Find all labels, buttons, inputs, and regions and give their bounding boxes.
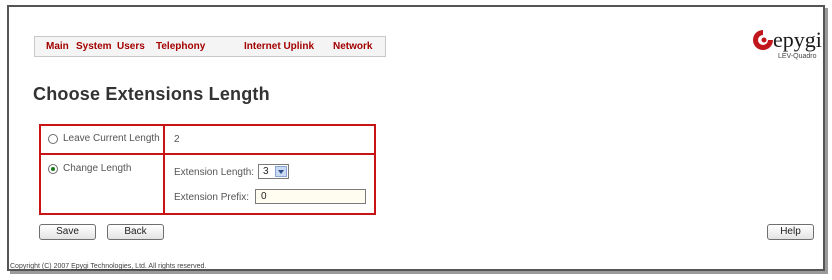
logo-model: LEV-Quadro bbox=[778, 53, 817, 60]
menu-item-main[interactable]: Main bbox=[46, 41, 69, 52]
copyright-footer: Copyright (C) 2007 Epygi Technologies, L… bbox=[10, 263, 206, 270]
main-menu-bar: Main System Users Telephony Internet Upl… bbox=[34, 36, 386, 57]
leave-current-label: Leave Current Length bbox=[63, 133, 160, 144]
menu-item-users[interactable]: Users bbox=[117, 41, 145, 52]
extension-length-value: 3 bbox=[263, 166, 269, 177]
extension-length-label: Extension Length: bbox=[174, 167, 255, 178]
menu-item-network[interactable]: Network bbox=[333, 41, 372, 52]
page-frame: Main System Users Telephony Internet Upl… bbox=[7, 5, 825, 271]
back-button[interactable]: Back bbox=[107, 224, 164, 240]
menu-item-system[interactable]: System bbox=[76, 41, 112, 52]
leave-current-radio[interactable] bbox=[48, 134, 58, 144]
column-divider bbox=[163, 155, 165, 213]
extension-length-select[interactable]: 3 bbox=[258, 164, 289, 179]
epygi-company-link[interactable]: Epygi Technologies, Ltd. bbox=[71, 263, 147, 270]
epygi-logo: epygi LEV-Quadro bbox=[752, 26, 824, 66]
extension-prefix-label: Extension Prefix: bbox=[174, 192, 250, 203]
help-button[interactable]: Help bbox=[767, 224, 814, 240]
page-title: Choose Extensions Length bbox=[33, 84, 270, 104]
chevron-down-icon[interactable] bbox=[275, 166, 287, 177]
save-button[interactable]: Save bbox=[39, 224, 96, 240]
menu-item-telephony[interactable]: Telephony bbox=[156, 41, 205, 52]
copyright-prefix: Copyright (C) 2007 bbox=[10, 263, 70, 270]
option-row-change-length: Change Length Extension Length: 3 Extens… bbox=[39, 153, 376, 215]
menu-item-internet-uplink[interactable]: Internet Uplink bbox=[244, 41, 314, 52]
column-divider bbox=[163, 126, 165, 153]
current-length-value: 2 bbox=[174, 134, 180, 145]
change-length-radio[interactable] bbox=[48, 164, 58, 174]
change-length-label: Change Length bbox=[63, 163, 132, 174]
epygi-logo-mark-icon bbox=[753, 30, 773, 50]
copyright-suffix: All rights reserved. bbox=[148, 263, 207, 270]
logo-wordmark: epygi bbox=[773, 27, 822, 52]
extension-prefix-input[interactable]: 0 bbox=[255, 189, 366, 204]
option-row-leave-current: Leave Current Length 2 bbox=[39, 124, 376, 155]
